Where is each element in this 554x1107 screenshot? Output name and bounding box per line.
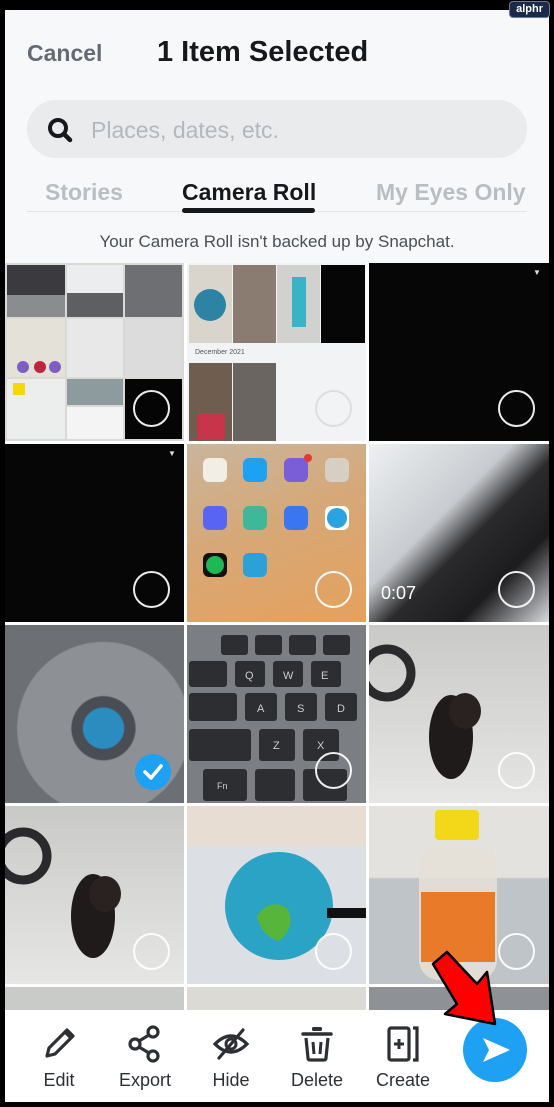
tab-stories[interactable]: Stories xyxy=(45,179,123,206)
select-circle[interactable] xyxy=(498,390,535,427)
svg-text:E: E xyxy=(321,670,328,682)
select-circle[interactable] xyxy=(315,933,352,970)
watermark-logo: alphr xyxy=(509,1,550,18)
svg-text:Z: Z xyxy=(273,740,280,752)
app-screen: Cancel 1 Item Selected Stories Camera Ro… xyxy=(5,10,549,1102)
export-button[interactable]: Export xyxy=(109,1024,181,1091)
grid-item-black-video[interactable]: ▼ xyxy=(369,263,549,441)
grid-item-dog-photo[interactable] xyxy=(5,806,184,984)
svg-text:X: X xyxy=(317,740,325,752)
grid-item-dog-video[interactable]: 0:07 xyxy=(369,444,549,622)
select-circle[interactable] xyxy=(315,752,352,789)
checkmark-icon xyxy=(143,764,163,780)
export-label: Export xyxy=(118,1070,172,1090)
tab-bar: Stories Camera Roll My Eyes Only xyxy=(5,176,549,213)
grid-item-screenshot-collage[interactable]: December 2021 xyxy=(187,263,366,441)
search-input[interactable] xyxy=(89,110,513,150)
share-icon xyxy=(128,1025,160,1063)
chevron-down-icon[interactable]: ▼ xyxy=(530,267,544,279)
header: Cancel 1 Item Selected xyxy=(5,10,549,96)
select-circle[interactable] xyxy=(133,933,170,970)
delete-label: Delete xyxy=(290,1070,344,1090)
search-bar[interactable] xyxy=(27,100,527,158)
select-circle[interactable] xyxy=(498,571,535,608)
svg-text:A: A xyxy=(257,703,265,715)
chevron-down-icon[interactable]: ▼ xyxy=(165,448,179,460)
grid-item-globe-photo[interactable] xyxy=(187,806,366,984)
svg-text:D: D xyxy=(337,703,345,715)
eye-off-icon xyxy=(212,1028,250,1060)
svg-text:Q: Q xyxy=(245,670,254,682)
backup-notice: Your Camera Roll isn't backed up by Snap… xyxy=(99,232,455,251)
send-icon xyxy=(483,1038,510,1062)
grid-item-screenshot-collage[interactable] xyxy=(5,263,184,441)
create-button[interactable]: Create xyxy=(367,1024,439,1091)
search-icon xyxy=(48,118,73,143)
photo-grid: December 2021 ▼ ▼ 0:07 Q W E A S D Z X F… xyxy=(5,263,549,1023)
hide-label: Hide xyxy=(212,1070,250,1090)
video-duration: 0:07 xyxy=(381,583,417,603)
selected-check-badge[interactable] xyxy=(135,754,171,790)
grid-item-dog-photo[interactable] xyxy=(369,625,549,803)
select-circle[interactable] xyxy=(315,390,352,427)
edit-label: Edit xyxy=(43,1070,75,1090)
select-circle[interactable] xyxy=(315,571,352,608)
create-label: Create xyxy=(375,1070,431,1090)
tab-camera-roll[interactable]: Camera Roll xyxy=(182,179,316,206)
svg-text:Fn: Fn xyxy=(217,781,228,791)
annotation-arrow xyxy=(431,950,497,1026)
edit-button[interactable]: Edit xyxy=(23,1024,95,1091)
tab-my-eyes-only[interactable]: My Eyes Only xyxy=(376,179,526,206)
svg-text:W: W xyxy=(283,670,294,682)
grid-item-fan-photo[interactable] xyxy=(5,625,184,803)
select-circle[interactable] xyxy=(133,390,170,427)
hide-button[interactable]: Hide xyxy=(195,1024,267,1091)
select-circle[interactable] xyxy=(498,752,535,789)
select-circle[interactable] xyxy=(133,571,170,608)
collage-date-caption: December 2021 xyxy=(195,349,245,356)
trash-icon xyxy=(301,1027,333,1062)
page-title: 1 Item Selected xyxy=(157,36,369,68)
pencil-icon xyxy=(45,1028,75,1058)
active-tab-indicator xyxy=(182,208,315,213)
svg-text:S: S xyxy=(297,703,304,715)
grid-item-keyboard-photo[interactable]: Q W E A S D Z X Fn xyxy=(187,625,366,803)
cancel-button[interactable]: Cancel xyxy=(27,40,102,67)
create-story-icon xyxy=(387,1026,419,1062)
delete-button[interactable]: Delete xyxy=(281,1024,353,1091)
grid-item-home-screen[interactable] xyxy=(187,444,366,622)
grid-item-black-video[interactable]: ▼ xyxy=(5,444,184,622)
